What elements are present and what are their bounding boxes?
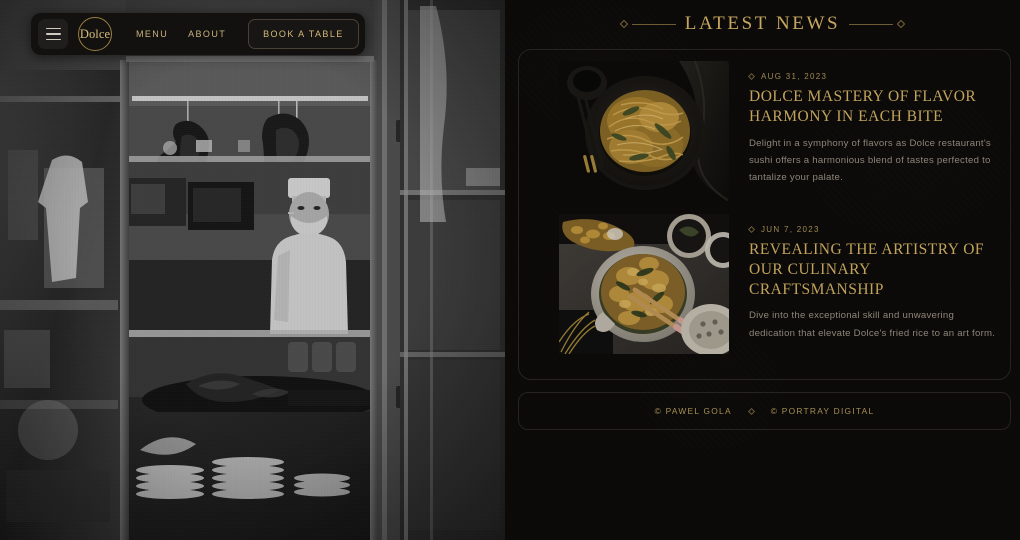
section-title: LATEST NEWS [505, 13, 1020, 35]
footer-credit-author[interactable]: © PAWEL GOLA [655, 406, 732, 416]
ornament-right [849, 19, 906, 29]
article-date-row: AUG 31, 2023 [747, 72, 996, 81]
brand-logo-text: Dolce [79, 26, 111, 41]
ornament-line [849, 23, 894, 25]
ornament-left [619, 19, 676, 29]
hamburger-line [45, 27, 61, 30]
article-date: JUN 7, 2023 [761, 225, 820, 234]
book-a-table-button[interactable]: BOOK A TABLE [248, 19, 359, 49]
hamburger-menu-icon[interactable] [38, 19, 68, 49]
article-title[interactable]: REVEALING THE ARTISTRY OF OUR CULINARY C… [749, 240, 996, 299]
article-thumbnail-noodles[interactable] [559, 61, 729, 201]
article-date-row: JUN 7, 2023 [747, 225, 996, 234]
fried-rice-photo [559, 214, 729, 354]
hamburger-line [45, 33, 61, 35]
diamond-icon [747, 225, 756, 234]
page-root: Dolce MENU ABOUT BOOK A TABLE LATEST NEW… [0, 0, 1020, 540]
diamond-icon [896, 19, 906, 29]
hamburger-line [45, 38, 61, 41]
nav-link-menu[interactable]: MENU [136, 29, 168, 39]
diamond-icon [747, 72, 756, 81]
diamond-icon [619, 19, 629, 29]
articles-container: AUG 31, 2023 DOLCE MASTERY OF FLAVOR HAR… [518, 49, 1011, 380]
nav-link-about[interactable]: ABOUT [188, 29, 226, 39]
diamond-icon [747, 407, 755, 415]
news-article: JUN 7, 2023 REVEALING THE ARTISTRY OF OU… [559, 214, 996, 354]
main-navbar: Dolce MENU ABOUT BOOK A TABLE [31, 13, 365, 55]
article-date: AUG 31, 2023 [761, 72, 828, 81]
brand-logo[interactable]: Dolce [78, 17, 112, 51]
site-footer: © PAWEL GOLA © PORTRAY DIGITAL [518, 392, 1011, 430]
article-body: JUN 7, 2023 REVEALING THE ARTISTRY OF OU… [747, 214, 996, 354]
page-title: LATEST NEWS [684, 13, 841, 34]
article-thumbnail-fried-rice[interactable] [559, 214, 729, 354]
hero-photo [0, 0, 505, 540]
news-article: AUG 31, 2023 DOLCE MASTERY OF FLAVOR HAR… [559, 61, 996, 201]
article-title[interactable]: DOLCE MASTERY OF FLAVOR HARMONY IN EACH … [749, 87, 996, 127]
article-excerpt: Delight in a symphony of flavors as Dolc… [749, 137, 991, 183]
footer-credit-studio[interactable]: © PORTRAY DIGITAL [771, 406, 875, 416]
hero-photo-illustration [0, 0, 505, 540]
article-body: AUG 31, 2023 DOLCE MASTERY OF FLAVOR HAR… [747, 61, 996, 201]
noodles-photo [559, 61, 729, 201]
latest-news-panel: LATEST NEWS AUG 31, 2023 DOLCE MASTERY O… [505, 0, 1020, 540]
article-excerpt: Dive into the exceptional skill and unwa… [749, 310, 996, 339]
ornament-line [631, 23, 676, 25]
